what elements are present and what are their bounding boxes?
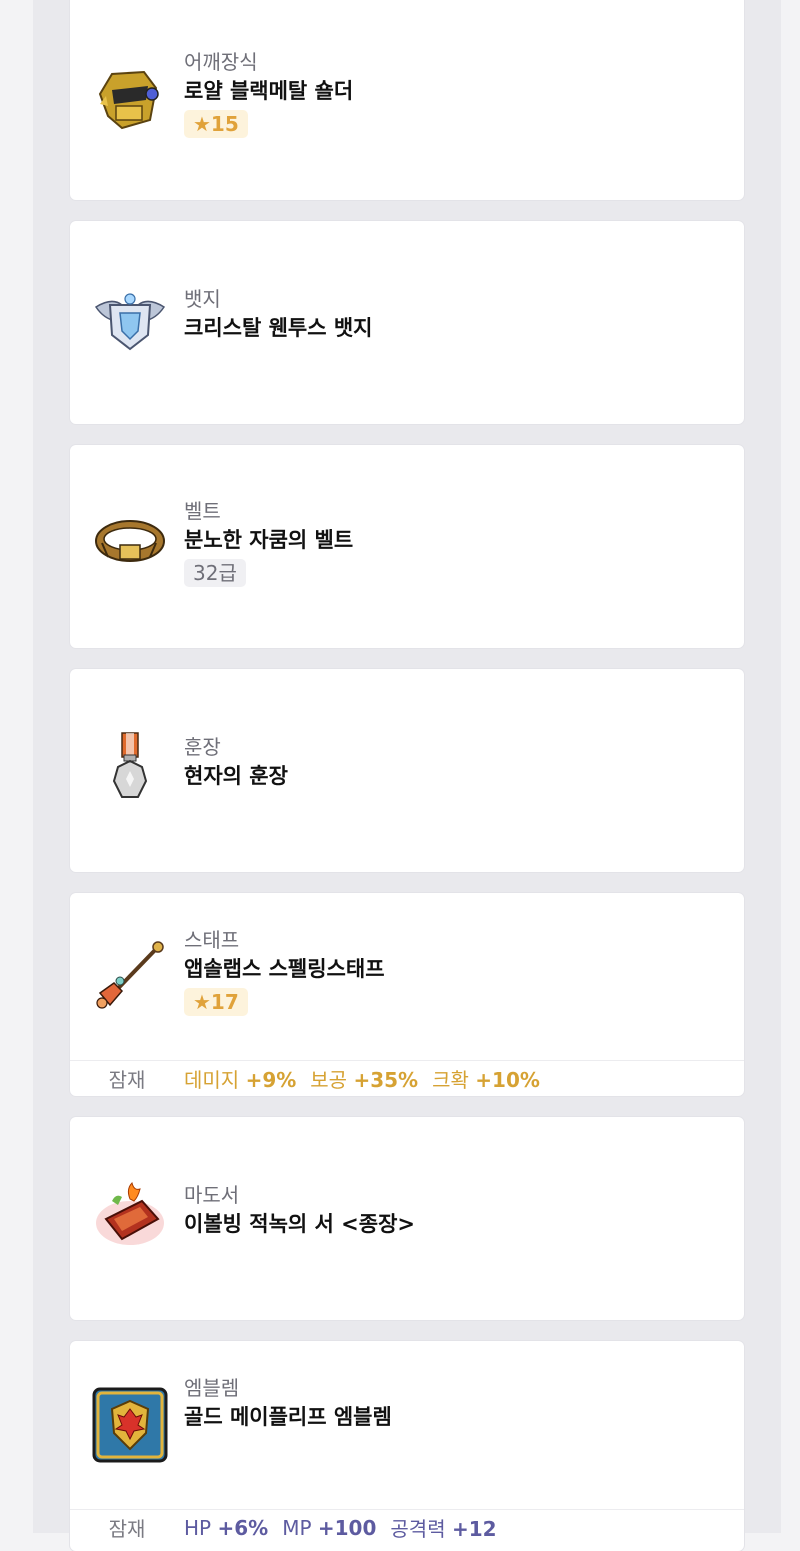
item-category: 훈장 [184,735,221,759]
potential-stat: MP +100 [282,1515,377,1540]
equipment-card-belt[interactable]: 벨트 분노한 자쿰의 벨트 32급 [70,445,744,648]
equipment-card-emblem[interactable]: 엠블렘 골드 메이플리프 엠블렘 잠재 HP +6% MP +100 공격력 +… [70,1341,744,1551]
potential-stat: 보공 +35% [310,1068,419,1092]
item-category: 엠블렘 [184,1376,240,1400]
item-category: 마도서 [184,1183,240,1207]
potential-stat: 데미지 +9% [184,1068,297,1092]
item-name: 앱솔랩스 스펠링스태프 [184,957,385,981]
potential-label: 잠재 [108,1068,146,1092]
item-name: 골드 메이플리프 엠블렘 [184,1405,392,1429]
item-category: 뱃지 [184,287,221,311]
item-category: 스태프 [184,928,240,952]
potential-stat: 크확 +10% [432,1068,540,1092]
equipment-card-medal[interactable]: 훈장 현자의 훈장 [70,669,744,872]
item-name: 현자의 훈장 [184,764,288,788]
medal-icon [92,731,168,807]
item-name: 크리스탈 웬투스 뱃지 [184,316,373,340]
grade-badge: 32급 [184,559,246,587]
spellbook-icon [92,1179,168,1255]
emblem-icon [92,1387,168,1463]
potential-stat: HP +6% [184,1515,269,1540]
badge-icon [92,283,168,359]
starforce-badge: ★15 [184,110,248,138]
equipment-card-staff[interactable]: 스태프 앱솔랩스 스펠링스태프 ★17 잠재 데미지 +9% 보공 +35% 크… [70,893,744,1096]
potential-row: 잠재 데미지 +9% 보공 +35% 크확 +10% [70,1060,744,1096]
starforce-badge: ★17 [184,988,248,1016]
potential-label: 잠재 [108,1517,146,1541]
item-name: 로얄 블랙메탈 숄더 [184,79,354,103]
staff-icon [92,937,168,1013]
shoulder-icon [92,60,168,136]
equipment-card-spellbook[interactable]: 마도서 이볼빙 적녹의 서 <종장> [70,1117,744,1320]
item-name: 분노한 자쿰의 벨트 [184,528,354,552]
equipment-card-badge[interactable]: 뱃지 크리스탈 웬투스 뱃지 [70,221,744,424]
potential-row: 잠재 HP +6% MP +100 공격력 +12 [70,1509,744,1545]
potential-stat: 공격력 +12 [390,1517,497,1541]
item-category: 벨트 [184,499,221,523]
item-category: 어깨장식 [184,50,258,74]
item-name: 이볼빙 적녹의 서 <종장> [184,1212,416,1236]
equipment-card-shoulder[interactable]: 어깨장식 로얄 블랙메탈 숄더 ★15 [70,0,744,200]
belt-icon [92,503,168,579]
